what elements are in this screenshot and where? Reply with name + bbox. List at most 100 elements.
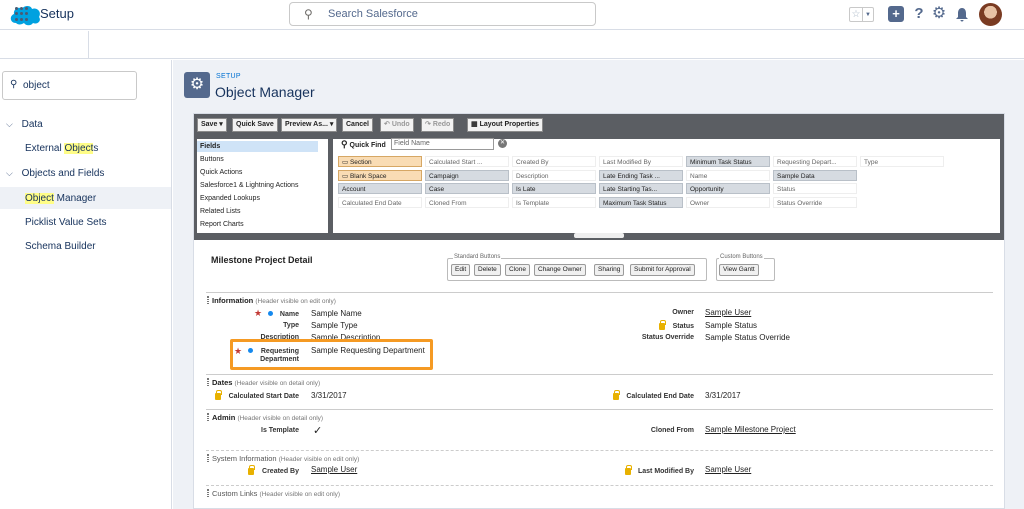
avatar[interactable] bbox=[979, 3, 1002, 26]
undo-button[interactable]: ↶ Undo bbox=[380, 118, 414, 132]
category-related-lists[interactable]: Related Lists bbox=[200, 208, 240, 215]
palette-field-item[interactable]: Last Modified By bbox=[599, 156, 683, 167]
palette-field-item[interactable]: Name bbox=[686, 169, 770, 181]
field-value-owner[interactable]: Sample User bbox=[705, 308, 751, 317]
palette-field-item[interactable]: Is Template bbox=[512, 196, 596, 208]
sidebar-item-label: s bbox=[93, 143, 99, 154]
category-quick-actions[interactable]: Quick Actions bbox=[200, 169, 242, 176]
cancel-button[interactable]: Cancel bbox=[342, 118, 373, 132]
palette-field-item[interactable]: Opportunity bbox=[686, 183, 770, 194]
breadcrumb[interactable]: SETUP bbox=[216, 73, 241, 80]
palette-field-item[interactable]: Requesting Depart... bbox=[773, 156, 857, 167]
section-information[interactable]: Information (Header visible on edit only… bbox=[212, 296, 336, 305]
global-search-input[interactable]: ⚲ Search Salesforce bbox=[289, 2, 596, 26]
palette-field-item[interactable]: Calculated Start ... bbox=[425, 156, 509, 167]
sharing-button[interactable]: Sharing bbox=[594, 264, 625, 276]
category-fields[interactable]: Fields bbox=[200, 143, 220, 150]
drag-handle-icon[interactable] bbox=[207, 296, 209, 304]
field-value-created-by[interactable]: Sample User bbox=[311, 465, 357, 474]
sidebar-item-picklist-value-sets[interactable]: Picklist Value Sets bbox=[25, 217, 107, 228]
palette-field-item[interactable]: Cloned From bbox=[425, 196, 509, 208]
preview-as-button[interactable]: Preview As... ▾ bbox=[281, 118, 338, 132]
category-expanded-lookups[interactable]: Expanded Lookups bbox=[200, 195, 260, 202]
quick-save-button[interactable]: Quick Save bbox=[232, 118, 278, 132]
palette-field-item[interactable]: Created By bbox=[512, 156, 596, 167]
submit-for-approval-button[interactable]: Submit for Approval bbox=[630, 264, 695, 276]
field-value-cloned-from[interactable]: Sample Milestone Project bbox=[705, 425, 796, 434]
section-admin[interactable]: Admin (Header visible on detail only) bbox=[212, 413, 323, 422]
chevron-down-icon[interactable]: ▼ bbox=[863, 7, 874, 22]
palette-field-item[interactable]: Minimum Task Status bbox=[686, 156, 770, 167]
field-label-owner: Owner bbox=[672, 309, 694, 316]
detail-section-title: Milestone Project Detail bbox=[211, 255, 313, 265]
field-value-status-override[interactable]: Sample Status Override bbox=[705, 333, 790, 342]
change-owner-button[interactable]: Change Owner bbox=[534, 264, 586, 276]
app-launcher-icon[interactable] bbox=[15, 7, 29, 21]
lock-icon bbox=[613, 390, 620, 400]
field-value-calculated-start-date[interactable]: 3/31/2017 bbox=[311, 391, 347, 400]
setup-quick-find-input[interactable]: ⚲ object bbox=[2, 71, 137, 100]
custom-buttons-label: Custom Buttons bbox=[719, 254, 764, 260]
palette-field-item[interactable]: Campaign bbox=[425, 169, 509, 181]
edit-button[interactable]: Edit bbox=[451, 264, 471, 276]
drag-handle-icon[interactable] bbox=[207, 413, 209, 421]
palette-quick-find-input[interactable]: Field Name bbox=[391, 138, 494, 150]
field-value-type[interactable]: Sample Type bbox=[311, 321, 358, 330]
palette-field-item[interactable]: Late Ending Task ... bbox=[599, 169, 683, 181]
standard-buttons-label: Standard Buttons bbox=[453, 254, 502, 260]
sidebar-group-data[interactable]: ⌵ Data bbox=[6, 119, 43, 130]
field-value-last-modified-by[interactable]: Sample User bbox=[705, 465, 751, 474]
palette-field-item[interactable]: Maximum Task Status bbox=[599, 196, 683, 208]
resize-handle[interactable] bbox=[574, 233, 624, 238]
help-icon[interactable]: ? bbox=[911, 6, 927, 22]
section-title: Information bbox=[212, 296, 254, 305]
sidebar-group-objects-and-fields[interactable]: ⌵ Objects and Fields bbox=[6, 168, 104, 179]
palette-field-item[interactable]: Owner bbox=[686, 196, 770, 208]
field-value-requesting-department[interactable]: Sample Requesting Department bbox=[311, 346, 425, 355]
category-lightning-actions[interactable]: Salesforce1 & Lightning Actions bbox=[200, 182, 298, 189]
section-system-information[interactable]: System Information (Header visible on ed… bbox=[212, 454, 359, 463]
palette-field-item[interactable]: ▭ Section bbox=[338, 156, 422, 167]
sidebar-item-object-manager[interactable]: Object Manager bbox=[25, 193, 96, 204]
palette-field-item[interactable]: Type bbox=[860, 156, 944, 167]
drag-handle-icon[interactable] bbox=[207, 489, 209, 497]
field-label-cloned-from: Cloned From bbox=[650, 427, 694, 434]
palette-field-item[interactable]: Is Late bbox=[512, 183, 596, 194]
palette-field-item[interactable]: Description bbox=[512, 169, 596, 181]
sidebar-item-schema-builder[interactable]: Schema Builder bbox=[25, 241, 96, 252]
palette-field-item[interactable]: ▭ Blank Space bbox=[338, 169, 422, 181]
redo-button[interactable]: ↷ Redo bbox=[421, 118, 455, 132]
palette-field-item[interactable]: Case bbox=[425, 183, 509, 194]
drag-handle-icon[interactable] bbox=[207, 378, 209, 386]
palette-field-item[interactable]: Late Starting Tas... bbox=[599, 183, 683, 194]
section-divider bbox=[206, 292, 993, 293]
search-highlight: Object bbox=[64, 143, 94, 154]
save-button[interactable]: Save ▾ bbox=[197, 118, 227, 132]
view-gantt-button[interactable]: View Gantt bbox=[719, 264, 759, 276]
drag-handle-icon[interactable] bbox=[207, 454, 209, 462]
field-value-calculated-end-date[interactable]: 3/31/2017 bbox=[705, 391, 741, 400]
clear-icon[interactable]: ✕ bbox=[498, 139, 507, 148]
palette-field-item[interactable]: Calculated End Date bbox=[338, 196, 422, 208]
bell-icon[interactable] bbox=[954, 6, 970, 22]
search-icon: ⚲ bbox=[341, 139, 348, 149]
field-value-name[interactable]: Sample Name bbox=[311, 309, 362, 318]
field-value-status[interactable]: Sample Status bbox=[705, 321, 757, 330]
category-buttons[interactable]: Buttons bbox=[200, 156, 224, 163]
palette-field-item[interactable]: Status bbox=[773, 183, 857, 194]
section-dates[interactable]: Dates (Header visible on detail only) bbox=[212, 378, 320, 387]
palette-field-item[interactable]: Status Override bbox=[773, 196, 857, 208]
palette-field-item[interactable]: Sample Data bbox=[773, 169, 857, 181]
delete-button[interactable]: Delete bbox=[474, 264, 501, 276]
sidebar-item-external-objects[interactable]: External Objects bbox=[25, 143, 98, 154]
palette-field-item[interactable]: Account bbox=[338, 183, 422, 194]
gear-icon: ⚙ bbox=[184, 72, 210, 98]
layout-properties-button[interactable]: ▦ Layout Properties bbox=[467, 118, 544, 132]
favorites-star-icon[interactable]: ☆ bbox=[849, 7, 863, 22]
clone-button[interactable]: Clone bbox=[505, 264, 530, 276]
plus-icon[interactable]: + bbox=[888, 6, 904, 22]
section-custom-links[interactable]: Custom Links (Header visible on edit onl… bbox=[212, 489, 340, 498]
gear-icon[interactable]: ⚙ bbox=[931, 6, 947, 22]
category-report-charts[interactable]: Report Charts bbox=[200, 221, 244, 228]
quick-find-text: Quick Find bbox=[349, 142, 386, 149]
